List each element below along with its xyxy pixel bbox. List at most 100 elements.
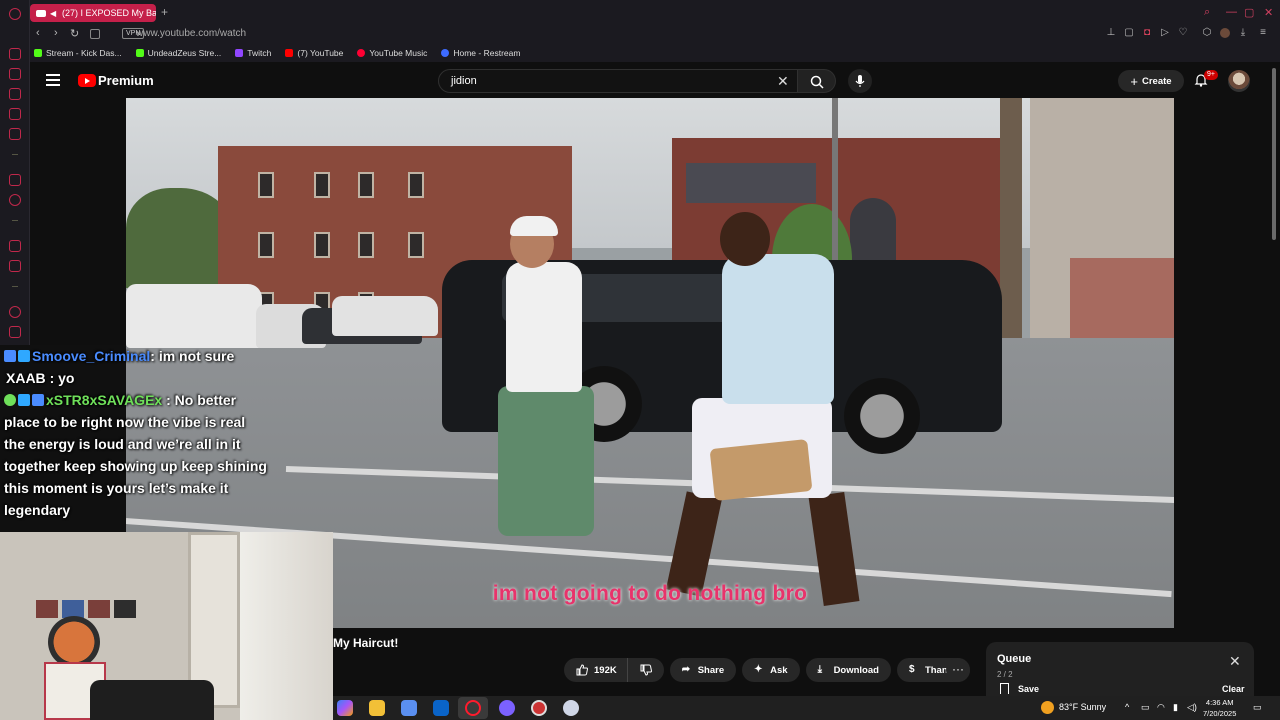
refresh-icon[interactable] xyxy=(9,68,21,80)
like-button[interactable]: 192K xyxy=(564,658,628,682)
share-button[interactable]: ➦ Share xyxy=(669,658,737,682)
obs-icon[interactable] xyxy=(531,700,547,716)
outlook-icon[interactable] xyxy=(433,700,449,716)
chevron-up-icon[interactable]: ^ xyxy=(1125,702,1129,712)
heart-icon[interactable]: ♡ xyxy=(1178,28,1188,38)
speaker-icon[interactable]: ◀ xyxy=(50,9,58,18)
back-icon[interactable]: ‹ xyxy=(36,27,40,39)
bag-icon[interactable] xyxy=(9,88,21,100)
ai-icon[interactable] xyxy=(9,174,21,186)
opera-icon[interactable] xyxy=(465,700,481,716)
extensions-icon[interactable]: ⬡ xyxy=(1202,28,1212,38)
bookmark-item[interactable]: (7) YouTube xyxy=(285,48,343,58)
settings-gear-icon[interactable] xyxy=(9,194,21,206)
play-icon[interactable]: ▷ xyxy=(1160,28,1170,38)
url-field[interactable]: www.youtube.com/watch xyxy=(136,28,246,39)
youtube-icon xyxy=(285,49,294,57)
queue-title: Queue xyxy=(997,653,1032,665)
wifi-icon[interactable]: ◠ xyxy=(1157,702,1165,713)
music-icon[interactable] xyxy=(9,128,21,140)
badge-icon xyxy=(18,394,30,406)
twitch-icon xyxy=(235,49,244,57)
chat-username: XAAB xyxy=(6,370,46,386)
app-icon[interactable] xyxy=(563,700,579,716)
forward-icon[interactable]: › xyxy=(54,27,58,39)
bookmark-item[interactable]: YouTube Music xyxy=(357,48,427,58)
youtube-premium-label[interactable]: Premium xyxy=(98,73,154,88)
restream-icon xyxy=(441,49,450,57)
search-icon[interactable]: ⌕ xyxy=(1204,6,1210,19)
voice-search-button[interactable] xyxy=(848,69,872,93)
ask-button[interactable]: ✦ Ask xyxy=(742,658,800,682)
download-icon: ⤓ xyxy=(817,664,822,675)
chat-overlay: Smoove_Criminal: im not sure XAAB : yo x… xyxy=(0,345,268,521)
twitch-icon[interactable] xyxy=(9,240,21,252)
notifications-icon[interactable]: ▭ xyxy=(1253,702,1262,713)
history-icon[interactable] xyxy=(9,306,21,318)
network-icon[interactable]: ▭ xyxy=(1141,702,1150,713)
queue-save-button[interactable]: Save xyxy=(1018,684,1039,694)
youtube-favicon-icon xyxy=(36,9,46,17)
chat-message: Smoove_Criminal: im not sure xyxy=(0,345,268,367)
search-input[interactable]: jidion ✕ xyxy=(438,69,798,93)
taskbar: 83°F Sunny ^ ▭ ◠ ▮ ◁) 4:36 AM 7/20/2025 … xyxy=(333,696,1280,720)
youtube-logo-icon[interactable] xyxy=(78,74,96,87)
download-button[interactable]: ⤓ Download xyxy=(805,658,891,682)
video-actions: 192K ➦ Share ✦ Ask ⤓ Download $ Thanks xyxy=(564,658,971,682)
sparkle-icon: ✦ xyxy=(754,664,763,675)
notification-badge: 9+ xyxy=(1204,70,1218,80)
workspace-icon[interactable] xyxy=(9,48,21,60)
page-scrollbar[interactable] xyxy=(1272,68,1276,240)
bookmark-icon xyxy=(1000,683,1009,694)
bookmark-item[interactable]: UndeadZeus Stre... xyxy=(135,48,221,58)
close-window-icon[interactable]: ✕ xyxy=(1264,6,1273,19)
opera-logo-icon[interactable] xyxy=(9,8,21,20)
pocket-icon[interactable]: ◘ xyxy=(1142,28,1152,38)
avatar[interactable] xyxy=(1228,70,1250,92)
clock[interactable]: 4:36 AM 7/20/2025 xyxy=(1203,697,1236,719)
close-icon[interactable]: ✕ xyxy=(1229,654,1241,668)
badge-icon xyxy=(4,350,16,362)
profile-icon[interactable] xyxy=(1220,28,1230,38)
downloads-icon[interactable] xyxy=(9,326,21,338)
download-icon[interactable]: ⤓ xyxy=(1238,28,1248,38)
chat-username: xSTR8xSAVAGEx xyxy=(46,392,163,408)
file-explorer-icon[interactable] xyxy=(369,700,385,716)
more-actions-button[interactable]: ··· xyxy=(946,658,970,682)
wall-poster xyxy=(48,616,100,668)
like-count: 192K xyxy=(594,664,617,676)
tab-youtube[interactable]: ◀ (27) I EXPOSED My Ba xyxy=(30,4,156,22)
maximize-icon[interactable]: ▢ xyxy=(1244,6,1254,19)
copilot-icon[interactable] xyxy=(337,700,353,716)
minimize-icon[interactable]: — xyxy=(1226,6,1237,18)
dislike-button[interactable] xyxy=(627,658,664,682)
badge-icon xyxy=(4,394,16,406)
pin-icon[interactable]: ⊥ xyxy=(1106,28,1116,38)
store-icon[interactable] xyxy=(401,700,417,716)
reload-icon[interactable]: ↻ xyxy=(70,27,79,40)
queue-clear-button[interactable]: Clear xyxy=(1222,684,1245,694)
create-button[interactable]: + Create xyxy=(1118,70,1184,92)
search-value: jidion xyxy=(451,75,477,87)
speed-dial-icon[interactable] xyxy=(90,29,100,39)
microphone-icon xyxy=(855,75,865,87)
x-icon[interactable] xyxy=(9,260,21,272)
search-button[interactable] xyxy=(798,69,836,93)
snapshot-icon[interactable]: ▢ xyxy=(1124,28,1134,38)
bookmark-item[interactable]: Twitch xyxy=(235,48,271,58)
bookmark-item[interactable]: Stream - Kick Das... xyxy=(34,48,122,58)
hamburger-menu-icon[interactable] xyxy=(46,74,60,86)
messenger-icon[interactable] xyxy=(9,108,21,120)
clear-search-icon[interactable]: ✕ xyxy=(777,73,789,90)
weather-widget[interactable]: 83°F Sunny xyxy=(1059,702,1106,712)
microphone-icon[interactable]: ▮ xyxy=(1173,702,1178,713)
bookmark-item[interactable]: Home - Restream xyxy=(441,48,520,58)
video-paper-bag xyxy=(709,439,813,501)
bookmarks-bar: Stream - Kick Das... UndeadZeus Stre... … xyxy=(30,44,1280,62)
video-title: My Haircut! xyxy=(333,636,399,650)
volume-icon[interactable]: ◁) xyxy=(1187,702,1197,713)
new-tab-button[interactable]: + xyxy=(161,5,168,19)
menu-icon[interactable]: ≡ xyxy=(1258,28,1268,38)
discord-icon[interactable] xyxy=(499,700,515,716)
video-person xyxy=(498,386,594,536)
